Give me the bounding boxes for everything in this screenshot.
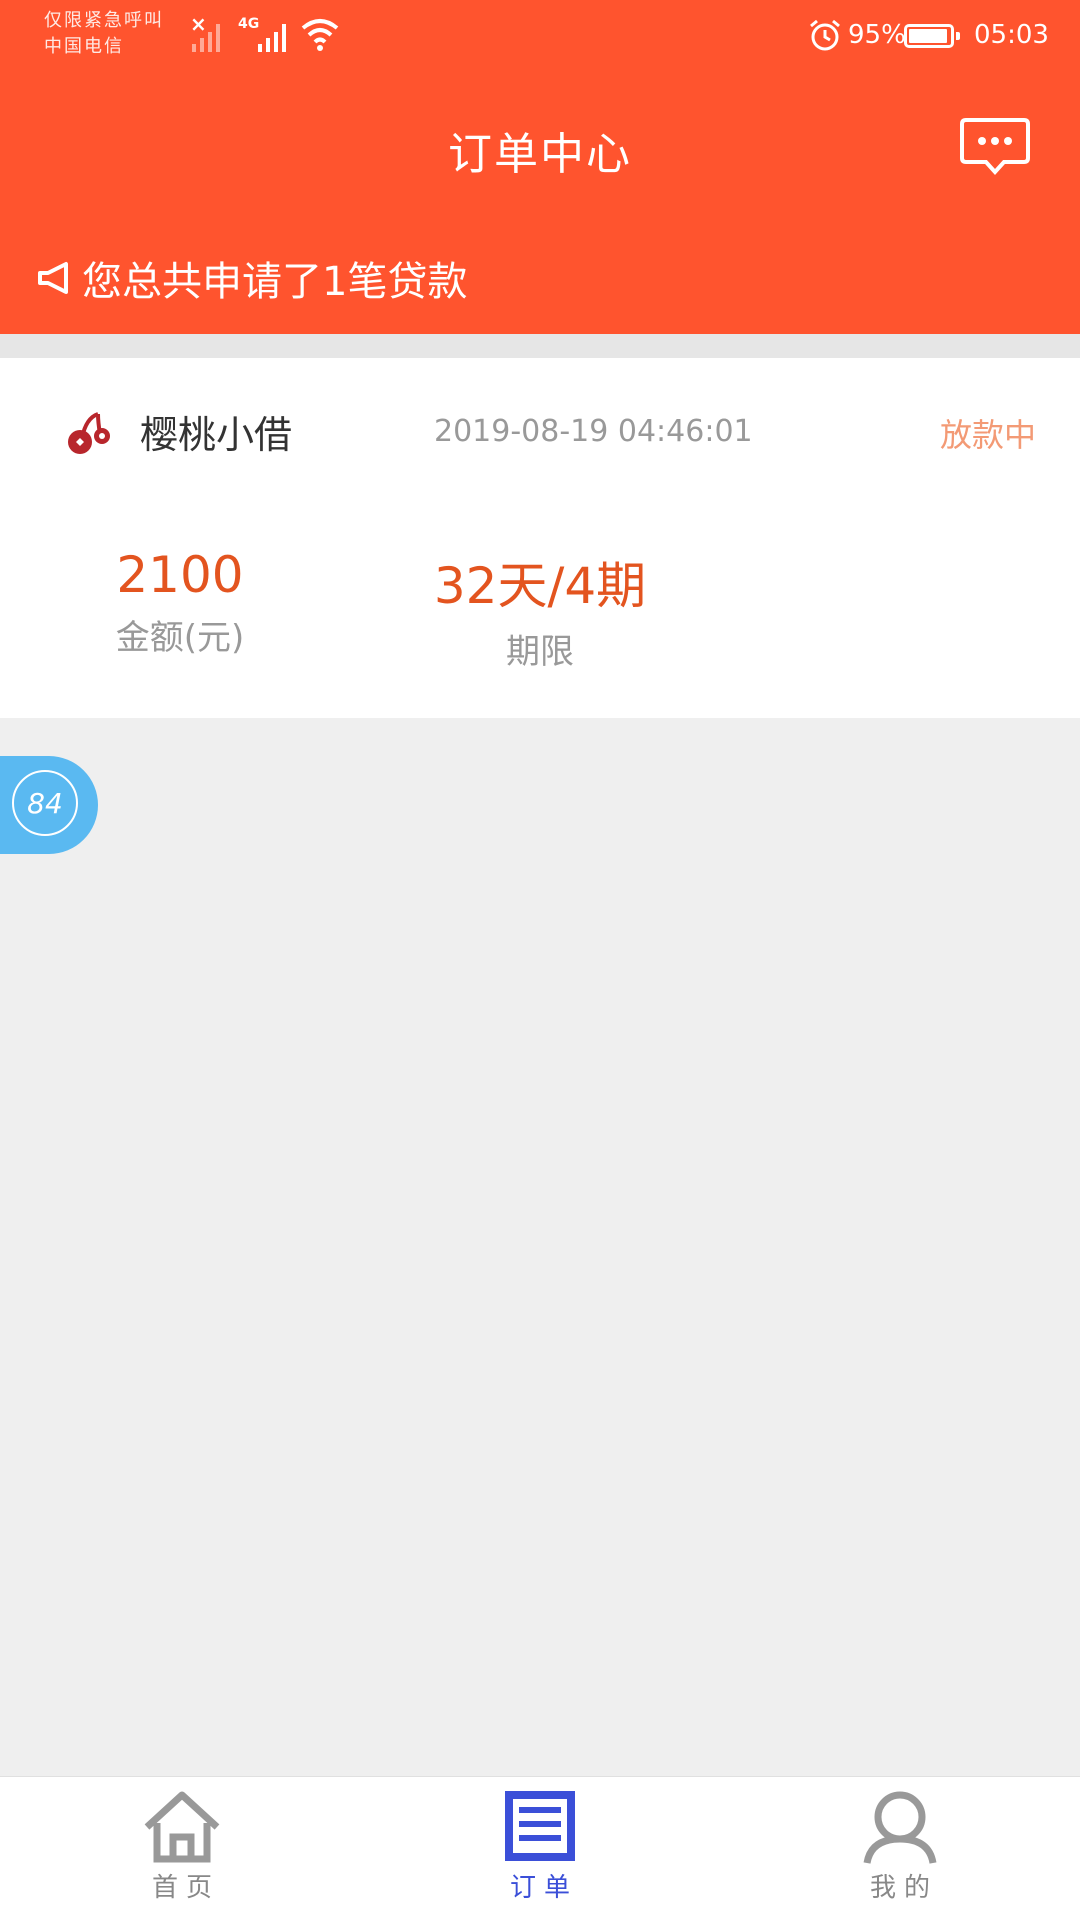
loan-term-value: 32天/4期 — [433, 557, 647, 615]
loan-notice: 您总共申请了1笔贷款 — [36, 250, 467, 306]
status-bar: 仅限紧急呼叫 中国电信 × 4G 95% 05:03 — [0, 0, 1080, 70]
section-divider — [0, 334, 1080, 358]
signal-strength-icon — [192, 24, 220, 52]
loan-amount-label: 金额(元) — [115, 618, 245, 658]
floating-badge-count: 84 — [12, 770, 78, 836]
alarm-icon — [810, 19, 840, 51]
carrier-line-1: 仅限紧急呼叫 — [44, 10, 164, 31]
loan-term-label: 期限 — [506, 632, 574, 672]
home-icon — [144, 1791, 220, 1863]
tab-home[interactable]: 首页 — [122, 1787, 242, 1904]
tab-mine-label: 我的 — [869, 1873, 938, 1903]
megaphone-icon — [38, 262, 68, 294]
carrier-info: 仅限紧急呼叫 中国电信 — [44, 8, 164, 60]
message-button[interactable] — [960, 116, 1030, 178]
notice-text: 您总共申请了1笔贷款 — [82, 259, 468, 305]
lender-name: 樱桃小借 — [140, 413, 293, 457]
order-timestamp: 2019-08-19 04:46:01 — [434, 414, 753, 449]
loan-amount-value: 2100 — [116, 546, 244, 604]
order-status: 放款中 — [939, 416, 1036, 454]
battery-icon — [904, 24, 960, 48]
tab-home-label: 首页 — [151, 1873, 220, 1903]
battery-percent: 95% — [848, 20, 906, 50]
bottom-tab-bar: 首页 订单 我的 — [0, 1776, 1080, 1920]
status-time: 05:03 — [974, 20, 1049, 50]
order-card[interactable]: 樱桃小借 2019-08-19 04:46:01 放款中 2100 金额(元) … — [0, 358, 1080, 718]
carrier-line-2: 中国电信 — [44, 36, 124, 57]
orders-icon — [505, 1791, 575, 1861]
app-header: 仅限紧急呼叫 中国电信 × 4G 95% 05:03 订单中心 您总共申请了1笔… — [0, 0, 1080, 334]
page-title: 订单中心 — [448, 129, 632, 180]
wifi-icon — [301, 19, 339, 51]
signal-strength-icon-2 — [258, 24, 286, 52]
loan-amount: 2100 金额(元) — [80, 546, 280, 659]
tab-orders[interactable]: 订单 — [480, 1787, 600, 1904]
tab-mine[interactable]: 我的 — [840, 1787, 960, 1904]
cherry-logo-icon — [68, 412, 110, 454]
tab-orders-label: 订单 — [509, 1873, 578, 1903]
user-icon — [863, 1791, 937, 1864]
loan-term: 32天/4期 期限 — [420, 546, 660, 673]
floating-assistant-button[interactable]: 84 — [0, 756, 98, 854]
